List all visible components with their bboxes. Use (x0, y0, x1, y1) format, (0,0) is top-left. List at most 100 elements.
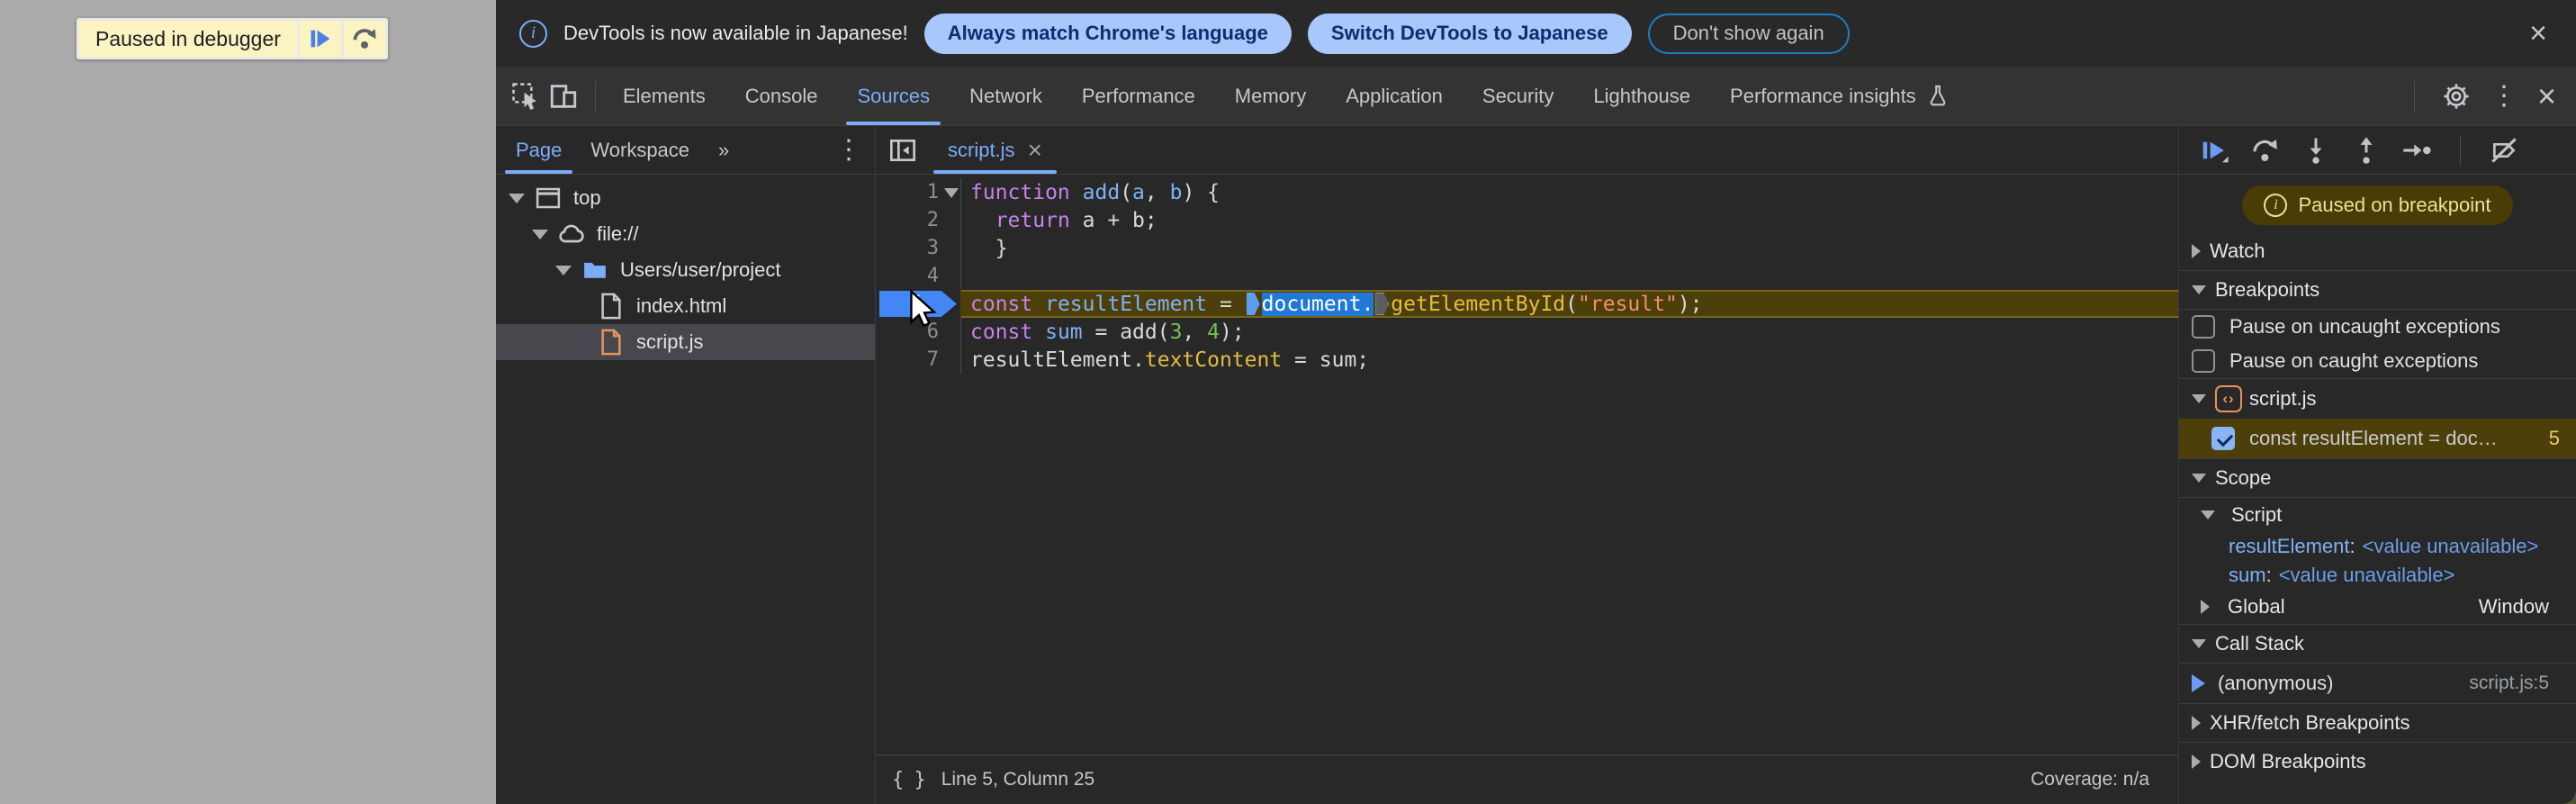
code-token: b (1169, 180, 1183, 204)
watch-label: Watch (2210, 239, 2265, 262)
line-number-gutter[interactable]: 6 (876, 318, 960, 346)
chevron-down-icon (2192, 394, 2206, 403)
line-number[interactable]: 2 (927, 209, 960, 231)
section-breakpoints[interactable]: Breakpoints (2179, 271, 2576, 309)
editor-statusbar: { } Line 5, Column 25 Coverage: n/a (876, 754, 2178, 804)
devtools-close-icon[interactable]: × (2537, 79, 2556, 113)
section-call-stack[interactable]: Call Stack (2179, 625, 2576, 663)
step-over-button[interactable] (2251, 136, 2280, 165)
pause-caught-row[interactable]: Pause on caught exceptions (2179, 344, 2576, 378)
step-over-button[interactable] (343, 21, 385, 57)
more-tabs-chevrons[interactable]: » (704, 126, 743, 174)
more-options-icon[interactable]: ⋮ (2490, 80, 2517, 112)
pause-uncaught-row[interactable]: Pause on uncaught exceptions (2179, 310, 2576, 344)
section-watch[interactable]: Watch (2179, 232, 2576, 270)
line-number-gutter[interactable]: 3 (876, 234, 960, 262)
editor-tab-close-icon[interactable]: × (1028, 137, 1042, 163)
chevron-down-icon[interactable] (509, 193, 525, 203)
debugger-sidebar: i Paused on breakpoint Watch Breakpoints… (2178, 126, 2576, 804)
match-chrome-language-button[interactable]: Always match Chrome's language (923, 13, 1292, 54)
tab-network[interactable]: Network (950, 67, 1062, 125)
line-number-gutter[interactable]: 1 (876, 178, 960, 206)
code-token: , (1182, 320, 1208, 344)
inline-exec-marker-icon[interactable] (1375, 293, 1390, 315)
step-button[interactable] (2402, 136, 2431, 165)
paused-in-debugger-banner: Paused in debugger (77, 18, 388, 59)
code-line-content: const resultElement = document. getElemen… (960, 290, 2178, 318)
tab-label: Application (1346, 84, 1443, 107)
line-number[interactable]: 6 (927, 321, 960, 343)
current-frame-arrow-icon (2192, 674, 2205, 692)
tab-application[interactable]: Application (1326, 67, 1463, 125)
breakpoint-file-group[interactable]: ‹› script.js (2179, 379, 2576, 419)
tree-item-file-[interactable]: file:// (496, 216, 875, 252)
inspect-element-icon[interactable] (510, 81, 541, 112)
section-dom-breakpoints[interactable]: DOM Breakpoints (2179, 743, 2576, 781)
tab-lighthouse[interactable]: Lighthouse (1573, 67, 1710, 125)
resume-button[interactable] (2201, 136, 2229, 165)
switch-to-japanese-button[interactable]: Switch DevTools to Japanese (1307, 13, 1632, 54)
pause-caught-label: Pause on caught exceptions (2229, 349, 2479, 372)
infobar-close-icon[interactable]: × (2524, 18, 2553, 49)
section-xhr-breakpoints[interactable]: XHR/fetch Breakpoints (2179, 704, 2576, 742)
line-number-gutter[interactable]: 5 (876, 290, 960, 318)
execution-line-marker[interactable]: 5 (879, 291, 957, 317)
breakpoint-entry[interactable]: const resultElement = doc… 5 (2179, 419, 2576, 458)
fold-arrow-icon[interactable] (944, 187, 959, 198)
dont-show-again-button[interactable]: Don't show again (1647, 13, 1850, 54)
inline-exec-marker-active-icon[interactable] (1246, 293, 1260, 315)
line-number[interactable]: 3 (927, 237, 960, 259)
tab-performance[interactable]: Performance (1062, 67, 1215, 125)
tab-sources[interactable]: Sources (837, 67, 950, 125)
tree-item-script-js[interactable]: script.js (496, 324, 875, 360)
pause-caught-checkbox[interactable] (2192, 349, 2215, 373)
scope-script-group[interactable]: Script (2179, 498, 2576, 532)
tree-item-label: top (573, 186, 601, 209)
line-number-gutter[interactable]: 7 (876, 346, 960, 374)
tab-label: Lighthouse (1593, 84, 1691, 107)
scope-variable-row[interactable]: resultElement: <value unavailable> (2179, 532, 2576, 561)
tree-item-index-html[interactable]: index.html (496, 288, 875, 324)
code-editor[interactable]: 1 function add(a, b) {2 return a + b; 3 } 4… (876, 175, 2178, 754)
code-line-content: const sum = add(3, 4); (960, 318, 2178, 346)
scope-global-group[interactable]: Global Window (2179, 590, 2576, 624)
code-token: function (970, 180, 1070, 204)
tab-memory[interactable]: Memory (1215, 67, 1326, 125)
tab-security[interactable]: Security (1463, 67, 1573, 125)
tab-page[interactable]: Page (501, 126, 576, 174)
chevron-down-icon (2192, 285, 2206, 294)
navigator-menu-icon[interactable]: ⋮ (835, 134, 862, 166)
breakpoint-enabled-checkbox[interactable] (2211, 427, 2235, 450)
editor-tab-scriptjs[interactable]: script.js × (930, 126, 1060, 174)
script-file-icon: ‹› (2215, 385, 2242, 412)
chevron-down-icon[interactable] (532, 229, 548, 239)
flask-icon (1925, 84, 1950, 109)
tab-performance-insights[interactable]: Performance insights (1710, 67, 1970, 125)
line-number-gutter[interactable]: 4 (876, 262, 960, 290)
scope-global-label: Global (2228, 595, 2285, 618)
line-number[interactable]: 7 (927, 348, 960, 371)
tab-console[interactable]: Console (725, 67, 838, 125)
scope-variable-row[interactable]: sum: <value unavailable> (2179, 561, 2576, 590)
deactivate-breakpoints-button[interactable] (2490, 136, 2518, 165)
tree-item-top[interactable]: top (496, 180, 875, 216)
line-number[interactable]: 4 (927, 265, 960, 287)
chevron-down-icon[interactable] (555, 265, 572, 276)
section-scope[interactable]: Scope (2179, 459, 2576, 497)
settings-gear-icon[interactable] (2442, 82, 2471, 111)
call-stack-frame[interactable]: (anonymous) script.js:5 (2179, 664, 2576, 703)
pretty-print-icon[interactable]: { } (892, 769, 926, 791)
toggle-navigator-button[interactable] (876, 126, 930, 174)
pause-uncaught-checkbox[interactable] (2192, 315, 2215, 339)
step-out-button[interactable] (2352, 136, 2381, 165)
code-token: resultElement. (970, 348, 1145, 372)
step-into-button[interactable] (2301, 136, 2330, 165)
device-toolbar-icon[interactable] (548, 81, 579, 112)
line-number-gutter[interactable]: 2 (876, 206, 960, 234)
resume-script-button[interactable] (299, 21, 341, 57)
tab-workspace[interactable]: Workspace (576, 126, 704, 174)
tab-elements[interactable]: Elements (603, 67, 725, 125)
tree-item-users-user-project[interactable]: Users/user/project (496, 252, 875, 288)
